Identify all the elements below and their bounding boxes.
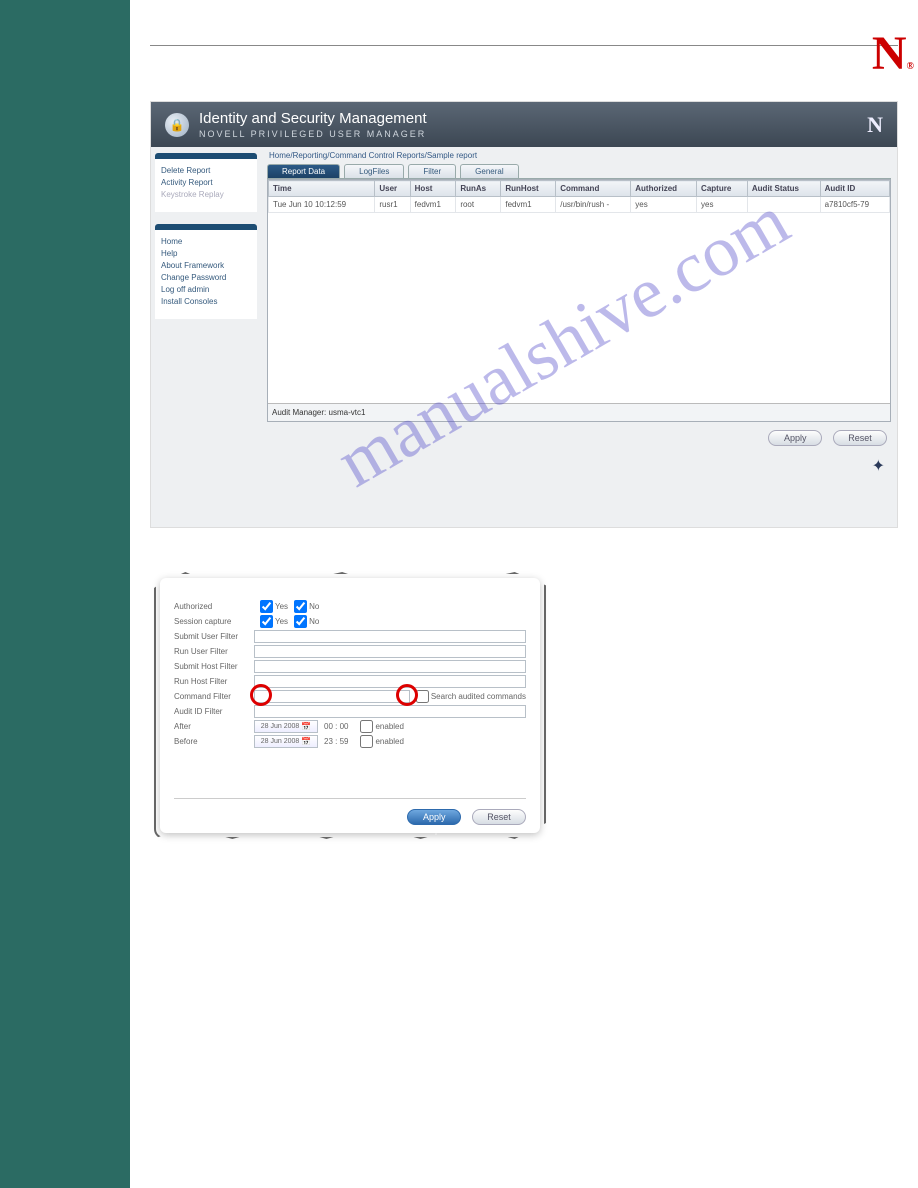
apply-button[interactable]: Apply (768, 430, 822, 446)
col-runas[interactable]: RunAs (456, 181, 501, 197)
breadcrumb[interactable]: Home/Reporting/Command Control Reports/S… (267, 147, 891, 164)
tab-general[interactable]: General (460, 164, 518, 178)
col-capture[interactable]: Capture (697, 181, 748, 197)
before-label: Before (174, 737, 254, 746)
sidebar-item-change-password[interactable]: Change Password (161, 273, 251, 282)
cell-time: Tue Jun 10 10:12:59 (269, 197, 375, 213)
calendar-icon: 📅 (301, 722, 311, 731)
app-title: Identity and Security Management (199, 110, 427, 127)
cell-host: fedvm1 (410, 197, 456, 213)
after-time[interactable]: 00 : 00 (324, 722, 348, 731)
pointer-cursor-icon: ☟ (430, 824, 437, 838)
report-grid: Time User Host RunAs RunHost Command Aut… (267, 179, 891, 422)
cell-capture: yes (697, 197, 748, 213)
sidebar-item-activity-report[interactable]: Activity Report (161, 178, 251, 187)
before-enabled-checkbox[interactable] (360, 735, 373, 748)
filter-apply-button[interactable]: Apply ☟ (407, 809, 461, 825)
gear-cluster-icon[interactable]: ✦ (267, 454, 891, 482)
before-enabled[interactable]: enabled (360, 735, 403, 748)
table-row[interactable]: Tue Jun 10 10:12:59 rusr1 fedvm1 root fe… (269, 197, 890, 213)
submit-user-label: Submit User Filter (174, 632, 254, 641)
run-user-label: Run User Filter (174, 647, 254, 656)
tab-logfiles[interactable]: LogFiles (344, 164, 404, 178)
col-runhost[interactable]: RunHost (501, 181, 556, 197)
cell-audit-id: a7810cf5-79 (820, 197, 889, 213)
after-enabled[interactable]: enabled (360, 720, 403, 733)
submit-host-input[interactable] (254, 660, 526, 673)
before-time[interactable]: 23 : 59 (324, 737, 348, 746)
audit-id-input[interactable] (254, 705, 526, 718)
sidebar-group-report: Delete Report Activity Report Keystroke … (155, 153, 257, 212)
command-filter-input[interactable] (254, 690, 410, 703)
authorized-label: Authorized (174, 602, 254, 611)
before-date[interactable]: 28 Jun 2008📅 (254, 735, 318, 748)
cell-user: rusr1 (375, 197, 410, 213)
authorized-no-checkbox[interactable] (294, 600, 307, 613)
grid-scroll-area[interactable] (268, 213, 890, 403)
app-window: 🔒 Identity and Security Management NOVEL… (150, 101, 898, 528)
tab-report-data[interactable]: Report Data (267, 164, 340, 178)
authorized-yes[interactable]: Yes (260, 600, 288, 613)
cell-runhost: fedvm1 (501, 197, 556, 213)
novell-n-icon: N (867, 112, 883, 138)
filter-panel: Authorized Yes No Session capture Yes No… (160, 578, 540, 833)
session-no[interactable]: No (294, 615, 319, 628)
session-yes[interactable]: Yes (260, 615, 288, 628)
cell-command: /usr/bin/rush - (556, 197, 631, 213)
col-authorized[interactable]: Authorized (631, 181, 697, 197)
tab-filter[interactable]: Filter (408, 164, 456, 178)
submit-user-input[interactable] (254, 630, 526, 643)
audit-id-label: Audit ID Filter (174, 707, 254, 716)
app-titlebar: 🔒 Identity and Security Management NOVEL… (151, 102, 897, 147)
audit-manager-line: Audit Manager: usma-vtc1 (268, 403, 890, 421)
sidebar-item-help[interactable]: Help (161, 249, 251, 258)
cell-authorized: yes (631, 197, 697, 213)
sidebar-group-nav: Home Help About Framework Change Passwor… (155, 224, 257, 319)
after-enabled-checkbox[interactable] (360, 720, 373, 733)
session-capture-label: Session capture (174, 617, 254, 626)
doc-header-rule (150, 8, 898, 46)
sidebar-item-keystroke-replay[interactable]: Keystroke Replay (161, 190, 251, 199)
audit-manager-label: Audit Manager: (272, 408, 326, 417)
doc-left-stripe (0, 0, 130, 1188)
authorized-no[interactable]: No (294, 600, 319, 613)
cell-runas: root (456, 197, 501, 213)
reset-button[interactable]: Reset (833, 430, 887, 446)
search-audited-checkbox[interactable] (416, 690, 429, 703)
sidebar-item-delete-report[interactable]: Delete Report (161, 166, 251, 175)
calendar-icon: 📅 (301, 737, 311, 746)
session-yes-checkbox[interactable] (260, 615, 273, 628)
col-audit-id[interactable]: Audit ID (820, 181, 889, 197)
after-label: After (174, 722, 254, 731)
search-audited[interactable]: Search audited commands (416, 690, 526, 703)
run-host-label: Run Host Filter (174, 677, 254, 686)
filter-reset-button[interactable]: Reset (472, 809, 526, 825)
sidebar-item-home[interactable]: Home (161, 237, 251, 246)
col-command[interactable]: Command (556, 181, 631, 197)
sidebar-item-install-consoles[interactable]: Install Consoles (161, 297, 251, 306)
audit-manager-value: usma-vtc1 (329, 408, 366, 417)
col-user[interactable]: User (375, 181, 410, 197)
app-subtitle: NOVELL PRIVILEGED USER MANAGER (199, 129, 427, 139)
novell-logo: N® (872, 35, 914, 73)
lock-icon: 🔒 (165, 113, 189, 137)
col-host[interactable]: Host (410, 181, 456, 197)
col-time[interactable]: Time (269, 181, 375, 197)
authorized-yes-checkbox[interactable] (260, 600, 273, 613)
session-no-checkbox[interactable] (294, 615, 307, 628)
cell-audit-status (747, 197, 820, 213)
sidebar-item-about[interactable]: About Framework (161, 261, 251, 270)
run-host-input[interactable] (254, 675, 526, 688)
sidebar-item-logoff[interactable]: Log off admin (161, 285, 251, 294)
tabs: Report Data LogFiles Filter General (267, 164, 891, 179)
run-user-input[interactable] (254, 645, 526, 658)
submit-host-label: Submit Host Filter (174, 662, 254, 671)
command-filter-label: Command Filter (174, 692, 254, 701)
sidebar: Delete Report Activity Report Keystroke … (151, 147, 261, 527)
col-audit-status[interactable]: Audit Status (747, 181, 820, 197)
after-date[interactable]: 28 Jun 2008📅 (254, 720, 318, 733)
